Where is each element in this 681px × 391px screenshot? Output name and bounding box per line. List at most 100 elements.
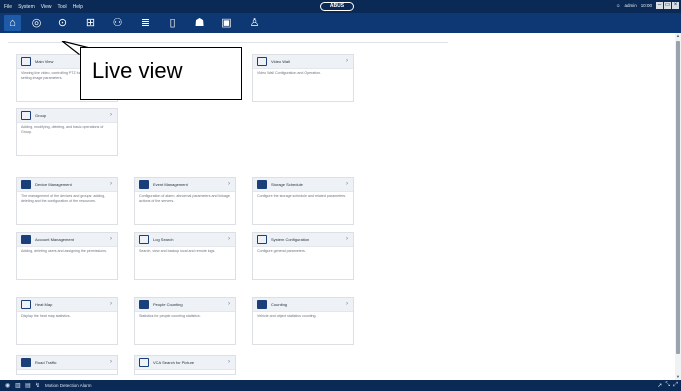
- user-name: admin: [624, 3, 637, 8]
- storage-icon: [257, 180, 267, 189]
- chevron-right-icon: ›: [228, 181, 230, 187]
- counting-icon: [257, 300, 267, 309]
- camera-icon[interactable]: ◎: [28, 15, 45, 31]
- pin-icon[interactable]: ➚: [657, 382, 662, 389]
- log-icon: [139, 235, 149, 244]
- card-account-management[interactable]: Account Management › Adding, deleting us…: [16, 232, 118, 280]
- card-description: Vehicle and object statistics counting.: [257, 314, 317, 318]
- status-bar: ◉ ▥ ▤ ↯ Motion Detection Alarm ➚ ⤡ ⤢: [0, 380, 681, 391]
- app-window: File System View Tool Help ABUS ☺ admin …: [0, 0, 681, 391]
- card-people-counting[interactable]: People Counting › Statistics for people …: [134, 297, 236, 345]
- card-title: Device Management: [35, 182, 72, 187]
- menu-bar: File System View Tool Help ABUS ☺ admin …: [0, 0, 681, 13]
- menu: File System View Tool Help: [0, 4, 83, 10]
- group-icon[interactable]: ⚇: [109, 15, 126, 31]
- gear-icon: [257, 235, 267, 244]
- card-title: Heat Map: [35, 302, 53, 307]
- card-vca-search[interactable]: VCA Search for Picture ›: [134, 355, 236, 375]
- person-icon[interactable]: ♙: [246, 15, 263, 31]
- statusbar-right: ➚ ⤡ ⤢: [657, 382, 678, 389]
- database-icon: [21, 180, 31, 189]
- home-icon[interactable]: ⌂: [4, 15, 21, 31]
- card-title: System Configuration: [271, 237, 310, 242]
- card-description: Search, view and backup local and remote…: [139, 249, 216, 253]
- card-header: Heat Map ›: [17, 298, 117, 312]
- card-title: People Counting: [153, 302, 183, 307]
- card-title: VCA Search for Picture: [153, 360, 195, 365]
- playback-icon[interactable]: ⊙: [54, 15, 71, 31]
- card-title: Counting: [271, 302, 288, 307]
- card-video-wall[interactable]: Video Wall › Video Wall Configuration an…: [252, 54, 354, 102]
- card-header: Event Management ›: [135, 178, 235, 192]
- card-road-traffic[interactable]: Road Traffic ›: [16, 355, 118, 375]
- card-description: Configure general parameters.: [257, 249, 306, 253]
- people-counting-icon: [139, 300, 149, 309]
- card-title: Event Management: [153, 182, 188, 187]
- fullscreen-icon[interactable]: ⤢: [673, 382, 678, 389]
- chevron-right-icon: ›: [110, 359, 112, 365]
- card-header: System Configuration ›: [253, 233, 353, 247]
- maximize-icon[interactable]: ▭: [664, 2, 671, 9]
- card-title: Main View: [35, 59, 54, 64]
- chevron-right-icon: ›: [110, 236, 112, 242]
- chevron-right-icon: ›: [110, 112, 112, 118]
- menu-tool[interactable]: Tool: [57, 4, 66, 10]
- heat-map-icon: [21, 300, 31, 309]
- chevron-right-icon: ›: [346, 181, 348, 187]
- card-log-search[interactable]: Log Search › Search, view and backup loc…: [134, 232, 236, 280]
- card-device-management[interactable]: Device Management › The management of th…: [16, 177, 118, 225]
- account-icon[interactable]: ☗: [191, 15, 208, 31]
- close-icon[interactable]: ×: [672, 2, 679, 9]
- vca-search-icon: [139, 358, 149, 367]
- card-title: Account Management: [35, 237, 74, 242]
- delete-icon[interactable]: ▥: [15, 383, 21, 389]
- list-icon[interactable]: ▤: [25, 383, 31, 389]
- card-title: Log Search: [153, 237, 174, 242]
- minimize-icon[interactable]: –: [656, 2, 663, 9]
- menu-view[interactable]: View: [41, 4, 52, 10]
- video-wall-icon: [257, 57, 267, 66]
- motion-icon: ↯: [35, 382, 41, 389]
- clock: 10:00: [640, 3, 652, 8]
- monitor-icon[interactable]: ▣: [218, 15, 235, 31]
- account-icon: [21, 235, 31, 244]
- card-header: People Counting ›: [135, 298, 235, 312]
- card-header: Group ›: [17, 109, 117, 123]
- card-storage-schedule[interactable]: Storage Schedule › Configure the storage…: [252, 177, 354, 225]
- card-description: The management of the devices and groups…: [21, 194, 106, 203]
- menu-help[interactable]: Help: [73, 4, 83, 10]
- card-header: Account Management ›: [17, 233, 117, 247]
- storage-icon[interactable]: ▯: [164, 15, 181, 31]
- live-view-icon: [21, 57, 31, 66]
- window-controls: – ▭ ×: [656, 2, 679, 9]
- card-counting[interactable]: Counting › Vehicle and object statistics…: [252, 297, 354, 345]
- vertical-scrollbar[interactable]: ▲ ▼: [675, 33, 681, 380]
- database-icon[interactable]: ≣: [137, 15, 154, 31]
- user-icon[interactable]: ☺: [616, 3, 621, 8]
- scroll-thumb[interactable]: [676, 41, 680, 354]
- expand-icon[interactable]: ⤡: [665, 382, 670, 389]
- toolbar: ⌂ ◎ ⊙ ⊞ ⚇ ≣ ▯ ☗ ▣ ♙: [0, 13, 681, 33]
- card-event-management[interactable]: Event Management › Configuration of alar…: [134, 177, 236, 225]
- card-header: Storage Schedule ›: [253, 178, 353, 192]
- card-title: Road Traffic: [35, 360, 57, 365]
- menu-file[interactable]: File: [4, 4, 12, 10]
- card-description: Display the heat map statistics.: [21, 314, 71, 318]
- card-heat-map[interactable]: Heat Map › Display the heat map statisti…: [16, 297, 118, 345]
- chevron-right-icon: ›: [228, 236, 230, 242]
- chevron-right-icon: ›: [110, 301, 112, 307]
- card-description: Adding, modifying, deleting, and basic o…: [21, 125, 104, 134]
- card-system-configuration[interactable]: System Configuration › Configure general…: [252, 232, 354, 280]
- chevron-right-icon: ›: [346, 236, 348, 242]
- video-wall-icon[interactable]: ⊞: [82, 15, 99, 31]
- card-description: Configuration of alarm, abnormal paramet…: [139, 194, 230, 203]
- card-header: VCA Search for Picture ›: [135, 356, 235, 370]
- card-description: Video Wall Configuration and Operation.: [257, 71, 322, 75]
- scroll-up-icon[interactable]: ▲: [675, 33, 681, 39]
- alarm-icon[interactable]: ◉: [5, 383, 11, 389]
- chevron-right-icon: ›: [228, 359, 230, 365]
- menu-system[interactable]: System: [18, 4, 35, 10]
- card-description: Adding, deleting users and assigning the…: [21, 249, 107, 253]
- card-header: Counting ›: [253, 298, 353, 312]
- card-group[interactable]: Group › Adding, modifying, deleting, and…: [16, 108, 118, 156]
